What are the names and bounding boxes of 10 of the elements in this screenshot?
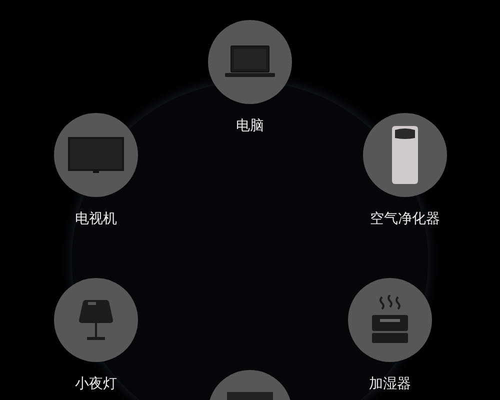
- laptop-icon: [225, 45, 275, 79]
- device-label: 加湿器: [368, 375, 412, 393]
- humidifier-icon: [369, 295, 411, 345]
- lamp-icon: [78, 298, 114, 342]
- device-label: 电脑: [235, 117, 265, 135]
- tv-icon: [68, 137, 124, 173]
- device-label: 空气净化器: [369, 210, 441, 228]
- device-label: 电视机: [74, 210, 118, 228]
- air-purifier-icon: [391, 125, 419, 185]
- device-label: 小夜灯: [74, 375, 118, 393]
